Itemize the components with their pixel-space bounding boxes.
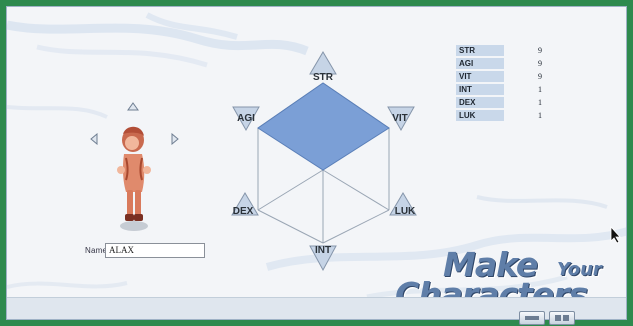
- stat-fill-area: [257, 82, 390, 171]
- vertex-label-agi: AGI: [237, 113, 255, 124]
- footer-button-right[interactable]: [549, 311, 575, 325]
- vertex-label-vit: VIT: [392, 113, 408, 124]
- stat-vertex-dex[interactable]: DEX: [231, 192, 259, 217]
- stat-vertex-int[interactable]: INT: [309, 245, 337, 272]
- stat-hexagon-diagram: STR AGI VIT DEX LUK INT: [231, 51, 417, 272]
- stat-vertex-vit[interactable]: VIT: [387, 106, 415, 132]
- mouse-cursor-icon: [610, 226, 621, 244]
- vertex-label-str: STR: [313, 72, 334, 83]
- button-glyph-icon: [525, 316, 539, 320]
- vertex-label-dex: DEX: [233, 206, 254, 217]
- vertex-label-luk: LUK: [395, 206, 416, 217]
- game-screen: Name ALAX STR 9 AGI 9 VIT 9 INT 1 DEX 1 LUK 1 Make …: [0, 0, 633, 326]
- footer-button-left[interactable]: [519, 311, 545, 325]
- stat-vertex-str[interactable]: STR: [309, 51, 337, 83]
- stat-vertex-agi[interactable]: AGI: [232, 106, 260, 132]
- button-glyph-icon: [555, 315, 569, 321]
- stat-vertex-luk[interactable]: LUK: [389, 192, 417, 217]
- vertex-label-int: INT: [315, 245, 331, 256]
